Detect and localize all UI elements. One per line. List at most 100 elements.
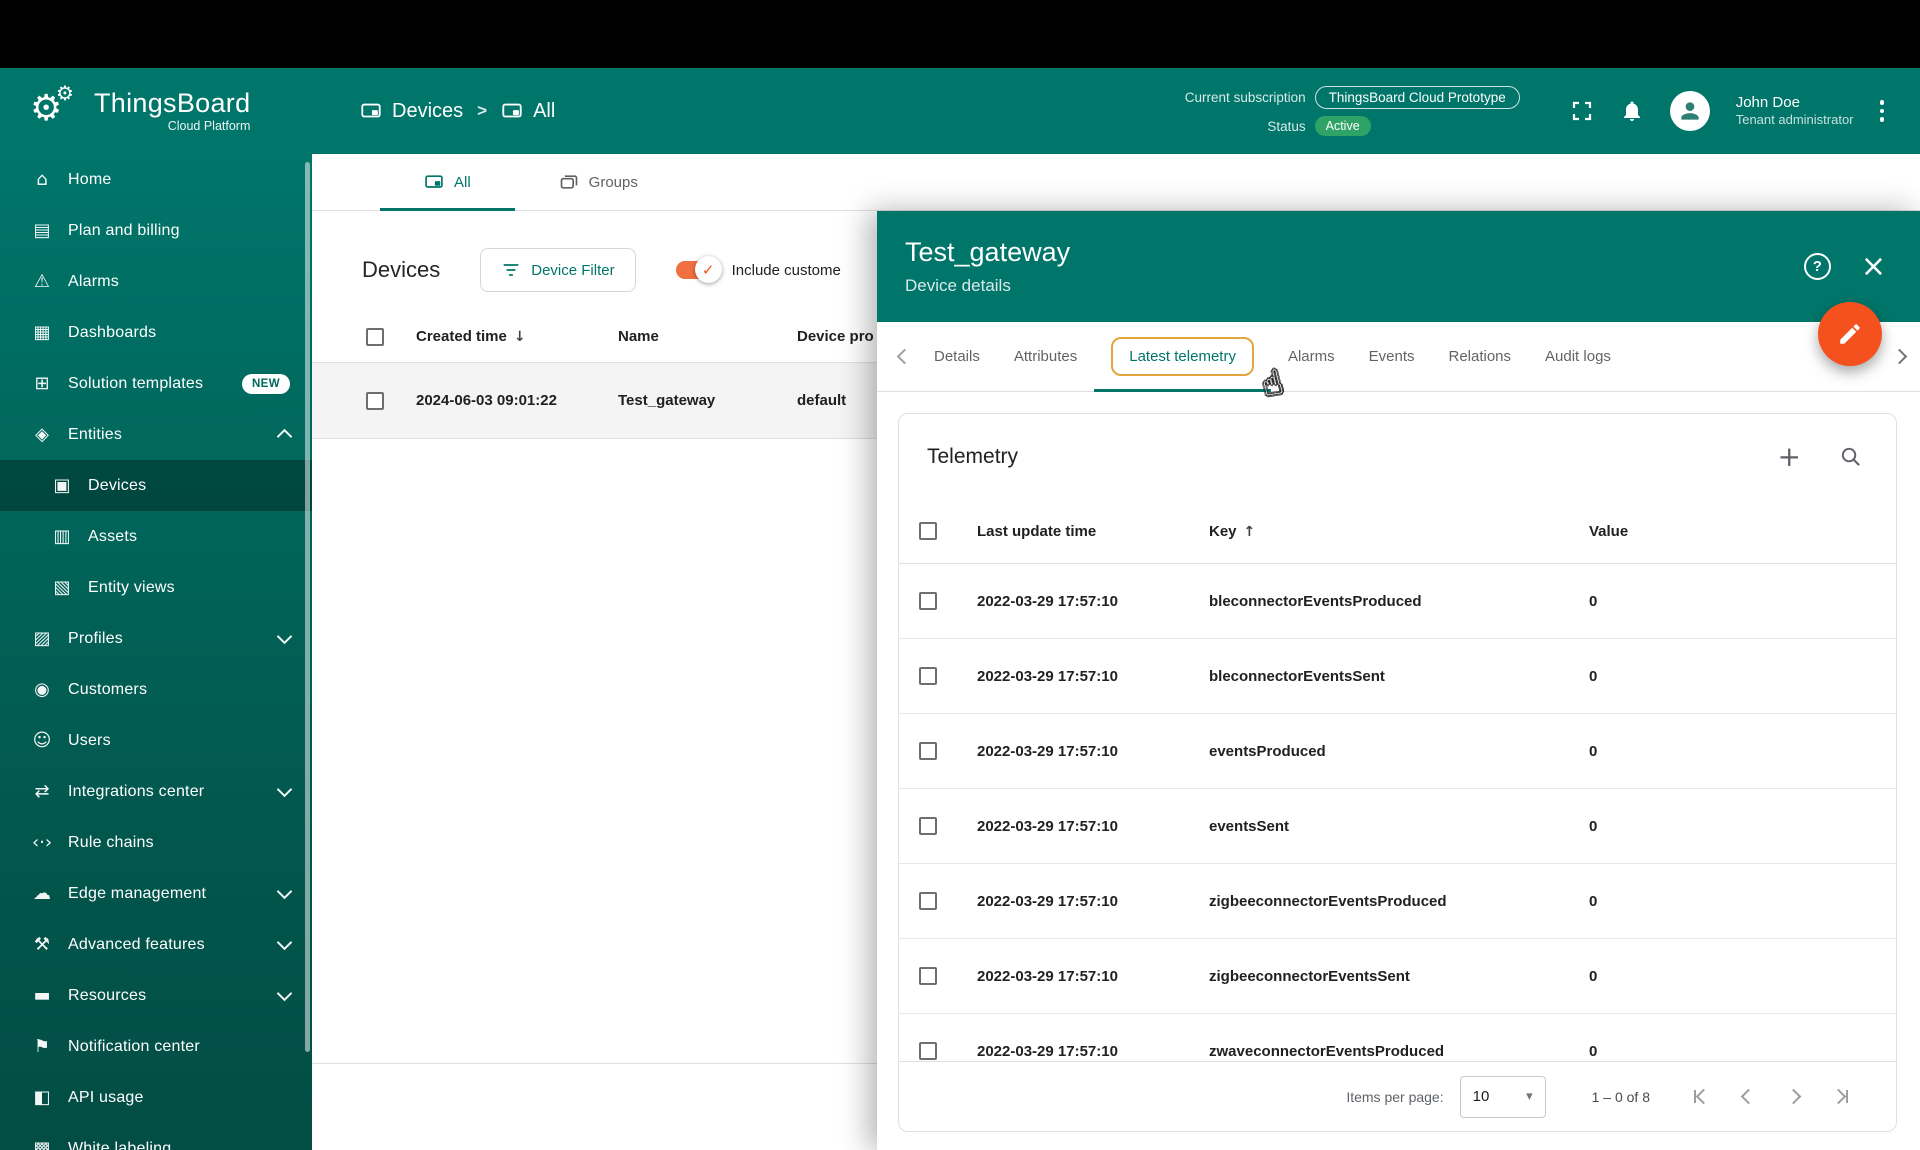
add-telemetry-button[interactable]: + — [1778, 442, 1801, 471]
sidebar-item-alarms[interactable]: ⚠ Alarms — [0, 256, 312, 307]
header-right: Current subscription ThingsBoard Cloud P… — [1185, 86, 1920, 136]
sidebar-item-resources[interactable]: ▬ Resources — [0, 970, 312, 1021]
edit-fab-button[interactable] — [1818, 302, 1882, 366]
sidebar-item-users[interactable]: ☺ Users — [0, 715, 312, 766]
telemetry-card: Telemetry + Last update time Key↑ Value — [898, 413, 1897, 1132]
thingsboard-logo-icon: ⚙ ⚙ — [30, 81, 82, 137]
solution-templates-icon: ⊞ — [34, 372, 50, 394]
last-page-button[interactable] — [1830, 1088, 1848, 1105]
row-checkbox[interactable] — [919, 892, 937, 910]
tab-all[interactable]: All — [380, 154, 515, 211]
table-row[interactable]: 2022-03-29 17:57:10 bleconnectorEventsSe… — [899, 639, 1896, 714]
sidebar-item-entities[interactable]: ◈ Entities — [0, 409, 312, 460]
more-menu-button[interactable] — [1879, 100, 1884, 122]
tabs-scroll-left-icon[interactable] — [891, 348, 917, 365]
sidebar-item-api-usage[interactable]: ◧ API usage — [0, 1072, 312, 1123]
include-customer-toggle[interactable]: ✓ — [675, 256, 722, 283]
column-key[interactable]: Key ↑ — [1209, 523, 1589, 540]
cell-created-time: 2024-06-03 09:01:22 — [416, 392, 557, 409]
dialog-tab-audit-logs[interactable]: Audit logs — [1528, 322, 1628, 392]
row-checkbox[interactable] — [366, 391, 384, 410]
breadcrumb: Devices > All — [360, 100, 555, 123]
dialog-tab-events[interactable]: Events — [1352, 322, 1432, 392]
sidebar-item-solution-templates[interactable]: ⊞ Solution templates NEW — [0, 358, 312, 409]
breadcrumb-all[interactable]: All — [501, 100, 555, 123]
close-button[interactable]: × — [1861, 251, 1886, 282]
devices-icon — [501, 100, 523, 122]
select-all-checkbox[interactable] — [919, 522, 937, 540]
help-button[interactable]: ? — [1803, 253, 1831, 280]
dialog-tab-attributes[interactable]: Attributes — [997, 322, 1094, 392]
sidebar-item-plan-and-billing[interactable]: ▤ Plan and billing — [0, 205, 312, 256]
fullscreen-button[interactable] — [1570, 99, 1594, 123]
sidebar-item-integrations-center[interactable]: ⇄ Integrations center — [0, 766, 312, 817]
subscription-pill[interactable]: ThingsBoard Cloud Prototype — [1314, 86, 1520, 109]
toggle-check-icon: ✓ — [694, 256, 722, 283]
row-checkbox[interactable] — [919, 967, 937, 985]
sidebar-item-rule-chains[interactable]: ‹·› Rule chains — [0, 817, 312, 868]
table-pagination: Items per page: 10 ▾ 1 – 0 of 8 — [899, 1061, 1896, 1131]
sidebar-item-edge-management[interactable]: ☁ Edge management — [0, 868, 312, 919]
sidebar-item-profiles[interactable]: ▨ Profiles — [0, 613, 312, 664]
browser-chrome-strip — [0, 0, 1920, 68]
sidebar-item-devices[interactable]: ▣ Devices — [0, 460, 312, 511]
breadcrumb-separator: > — [477, 101, 488, 120]
sidebar-item-assets[interactable]: ▥ Assets — [0, 511, 312, 562]
table-row[interactable]: 2022-03-29 17:57:10 eventsProduced 0 — [899, 714, 1896, 789]
alarms-icon: ⚠ — [33, 270, 51, 292]
sidebar-item-dashboards[interactable]: ▦ Dashboards — [0, 307, 312, 358]
row-checkbox[interactable] — [919, 1042, 937, 1060]
search-icon[interactable] — [1839, 445, 1862, 468]
logo-subtitle: Cloud Platform — [167, 119, 251, 133]
drawer-body: Telemetry + Last update time Key↑ Value — [877, 392, 1920, 1132]
drawer-subtitle: Device details — [905, 276, 1011, 295]
sidebar-item-customers[interactable]: ◉ Customers — [0, 664, 312, 715]
sidebar-scrollbar[interactable] — [305, 162, 310, 1052]
sidebar-item-entity-views[interactable]: ▧ Entity views — [0, 562, 312, 613]
dialog-tab-alarms[interactable]: Alarms — [1271, 322, 1352, 392]
table-row[interactable]: 2022-03-29 17:57:10 eventsSent 0 — [899, 789, 1896, 864]
row-checkbox[interactable] — [919, 817, 937, 835]
next-page-button[interactable] — [1785, 1088, 1802, 1105]
dialog-tab-details[interactable]: Details — [917, 322, 997, 392]
row-checkbox[interactable] — [919, 667, 937, 685]
notifications-button[interactable] — [1620, 99, 1644, 123]
advanced-features-icon: ⚒ — [33, 933, 51, 955]
billing-icon: ▤ — [33, 219, 51, 241]
customers-icon: ◉ — [34, 678, 50, 700]
row-checkbox[interactable] — [919, 742, 937, 760]
column-value[interactable]: Value — [1589, 523, 1896, 540]
device-filter-button[interactable]: Device Filter — [480, 248, 636, 292]
first-page-button[interactable] — [1694, 1088, 1712, 1105]
user-role: Tenant administrator — [1735, 112, 1854, 128]
table-row[interactable]: 2022-03-29 17:57:10 bleconnectorEventsPr… — [899, 564, 1896, 639]
breadcrumb-devices[interactable]: Devices — [360, 100, 463, 123]
dialog-tab-relations[interactable]: Relations — [1431, 322, 1528, 392]
row-checkbox[interactable] — [919, 592, 937, 610]
dialog-tab-latest-telemetry[interactable]: Latest telemetry — [1094, 322, 1271, 392]
column-name[interactable]: Name — [618, 328, 797, 345]
column-last-update-time[interactable]: Last update time — [977, 523, 1209, 540]
avatar[interactable] — [1669, 91, 1710, 131]
chevron-down-icon — [276, 628, 293, 645]
user-name: John Doe — [1735, 93, 1800, 111]
sidebar-item-white-labeling[interactable]: ▩ White labeling — [0, 1123, 312, 1150]
tab-groups[interactable]: Groups — [515, 154, 682, 210]
sidebar-item-notification-center[interactable]: ⚑ Notification center — [0, 1021, 312, 1072]
items-per-page-select[interactable]: 10 ▾ — [1459, 1075, 1546, 1118]
person-icon — [1677, 98, 1703, 124]
table-row[interactable]: 2022-03-29 17:57:10 zwaveconnectorEvents… — [899, 1014, 1896, 1061]
select-all-checkbox[interactable] — [366, 327, 384, 346]
sidebar-item-advanced-features[interactable]: ⚒ Advanced features — [0, 919, 312, 970]
thingsboard-logo[interactable]: ⚙ ⚙ ThingsBoard Cloud Platform — [0, 81, 312, 137]
tabs-scroll-right-icon[interactable] — [1886, 348, 1912, 365]
groups-icon — [559, 172, 579, 192]
api-usage-icon: ◧ — [33, 1086, 51, 1108]
column-created-time[interactable]: Created time ↓ — [416, 328, 618, 345]
sort-asc-icon: ↑ — [1243, 523, 1256, 540]
gear-small-icon: ⚙ — [56, 81, 74, 105]
sidebar-item-home[interactable]: ⌂ Home — [0, 154, 312, 205]
table-row[interactable]: 2022-03-29 17:57:10 zigbeeconnectorEvent… — [899, 939, 1896, 1014]
table-row[interactable]: 2022-03-29 17:57:10 zigbeeconnectorEvent… — [899, 864, 1896, 939]
previous-page-button[interactable] — [1740, 1088, 1757, 1105]
